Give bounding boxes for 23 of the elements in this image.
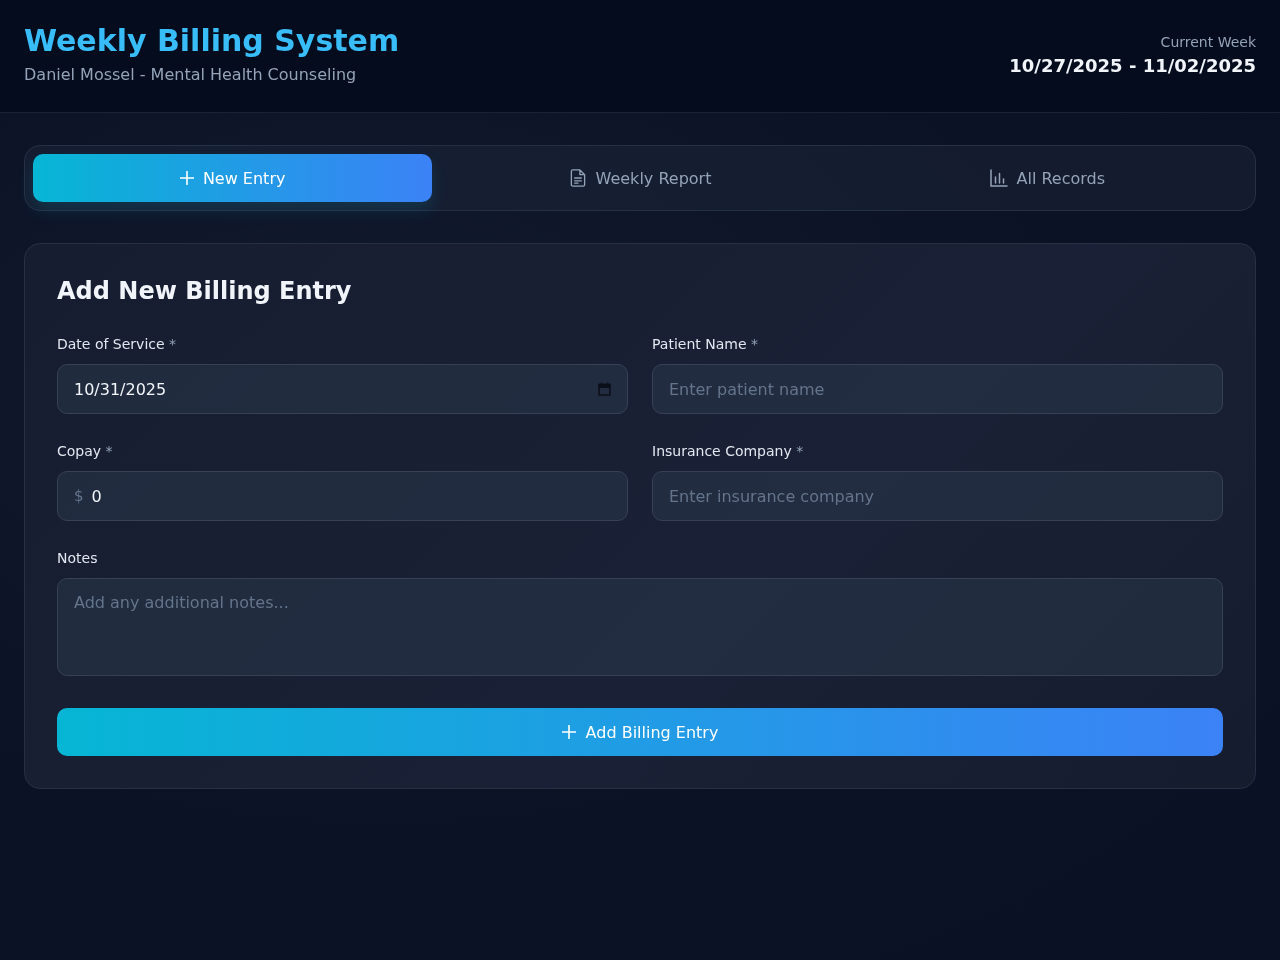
app-title: Weekly Billing System: [24, 23, 400, 59]
field-label: Notes: [57, 549, 99, 568]
currency-symbol: $: [74, 487, 84, 505]
week-range: 10/27/2025 - 11/02/2025: [1009, 54, 1256, 78]
notes-field[interactable]: Add any additional notes...: [57, 578, 1223, 676]
date-field[interactable]: 10/31/2025: [57, 364, 628, 414]
plus-icon: [561, 725, 576, 739]
tab[interactable]: All Records: [847, 154, 1247, 202]
field-label: Copay *: [57, 442, 114, 461]
form-title: Add New Billing Entry: [57, 276, 353, 306]
tab[interactable]: Weekly Report: [440, 154, 840, 202]
input-field[interactable]: Enter insurance company: [652, 471, 1223, 521]
field-label: Insurance Company *: [652, 442, 805, 461]
plus-icon: [179, 171, 194, 185]
field-label: Date of Service *: [57, 335, 178, 354]
document-icon: [568, 169, 587, 187]
app-subtitle: Daniel Mossel - Mental Health Counseling: [24, 64, 358, 86]
input-field[interactable]: Enter patient name: [652, 364, 1223, 414]
calendar-icon: [598, 382, 611, 396]
week-label: Current Week: [1159, 33, 1256, 52]
copay-field[interactable]: $ 0: [57, 471, 628, 521]
field-label: Patient Name *: [652, 335, 759, 354]
bar-chart-icon: [989, 169, 1008, 187]
